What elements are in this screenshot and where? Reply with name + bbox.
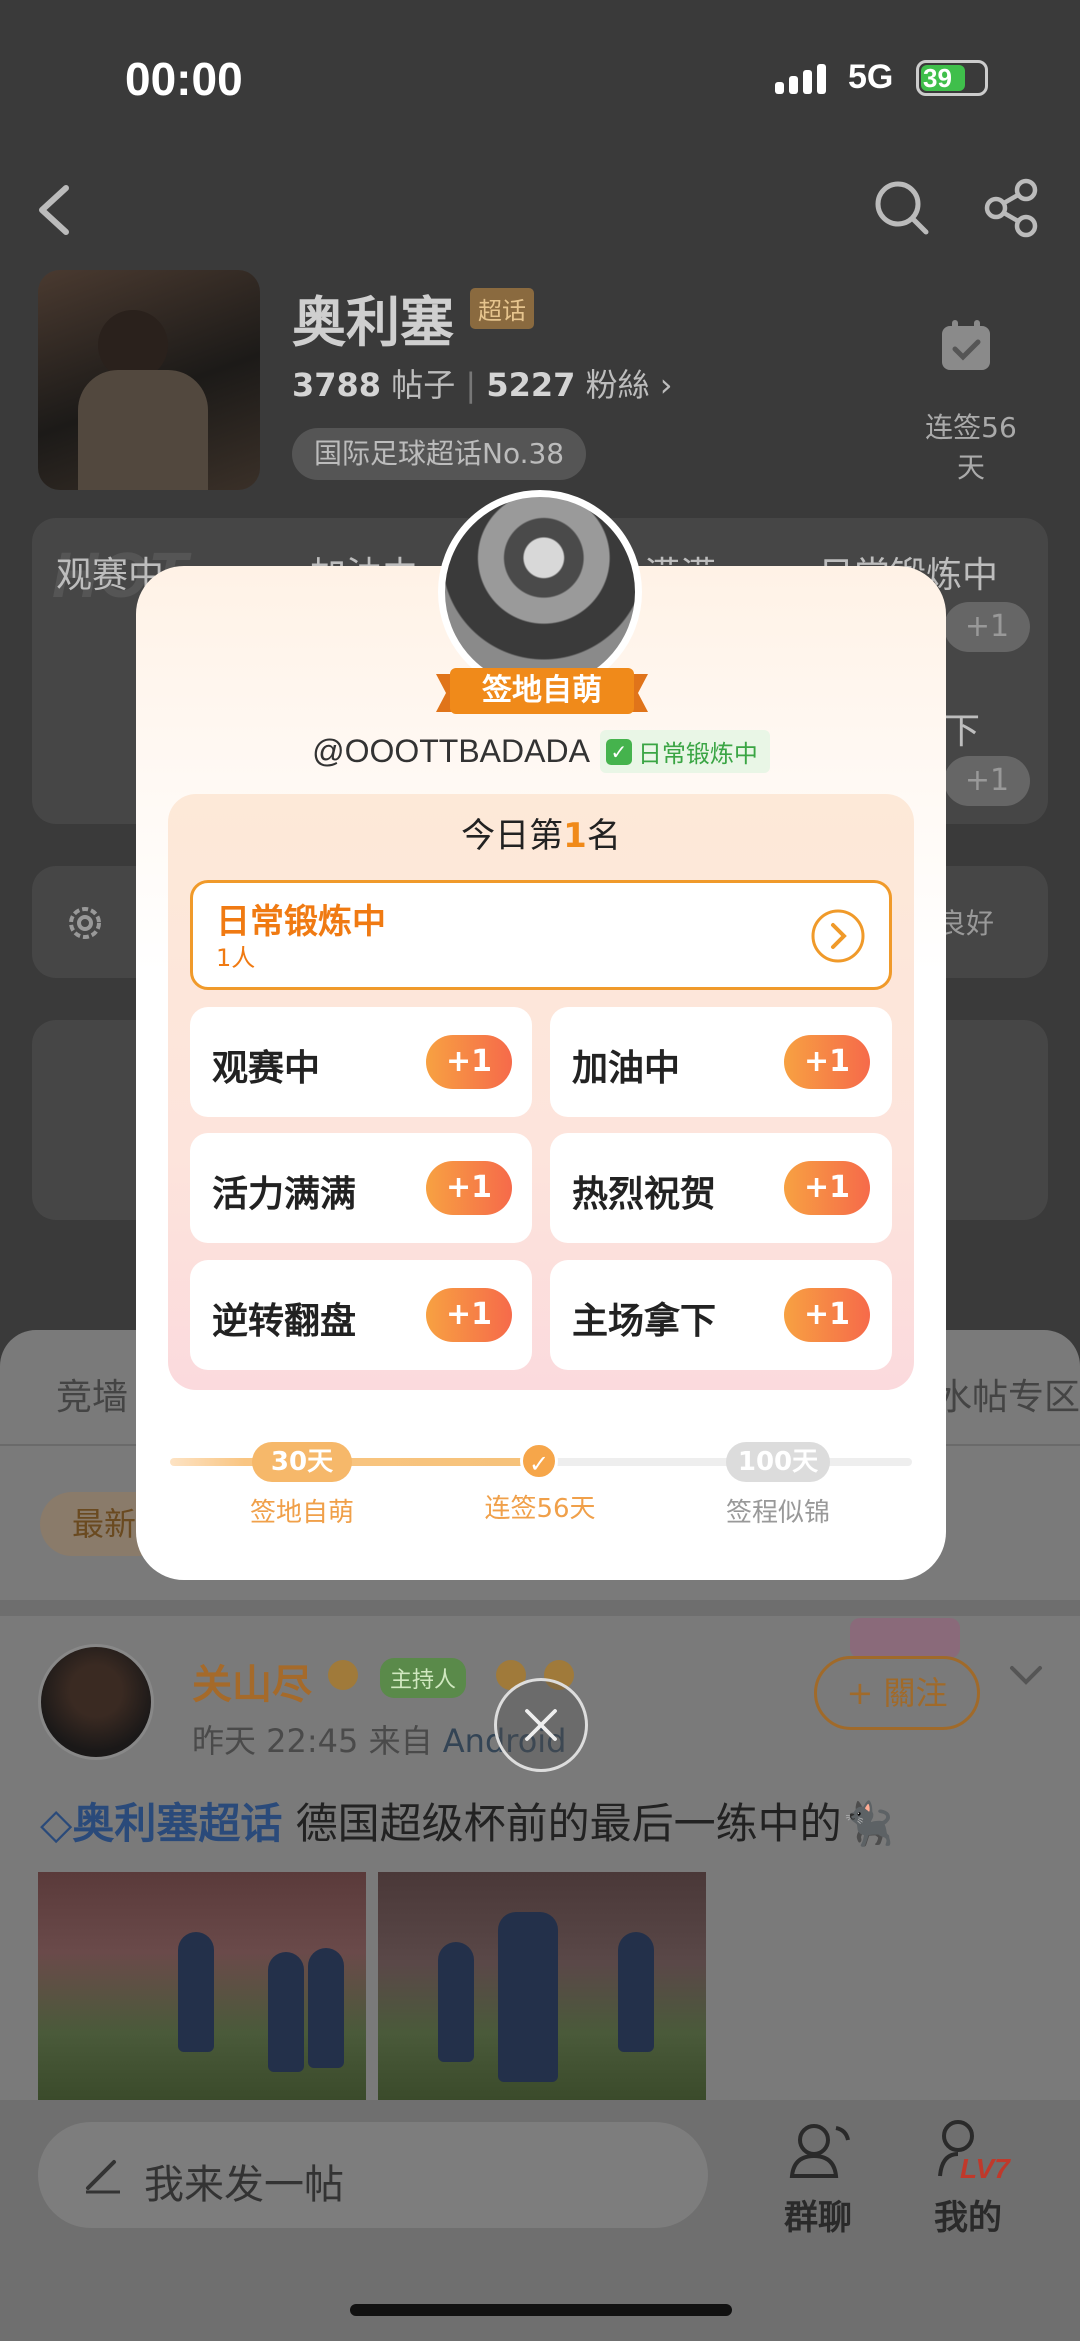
me-label: 我的 bbox=[934, 2198, 1002, 2238]
rank-suffix: 名 bbox=[586, 816, 621, 856]
topic-cover-image bbox=[38, 270, 260, 490]
check-icon: ✓ bbox=[605, 738, 632, 765]
status-tag-label: 日常锻炼中 bbox=[637, 740, 758, 768]
mood-option-label: 活力满满 bbox=[212, 1174, 357, 1215]
post-image[interactable] bbox=[378, 1872, 706, 2102]
mood-option-label: 热烈祝贺 bbox=[572, 1174, 717, 1215]
author-avatar[interactable] bbox=[38, 1644, 154, 1760]
bg-mood-label: 下 bbox=[944, 711, 981, 752]
plus-one-button[interactable]: +1 bbox=[784, 1035, 870, 1089]
posts-label: 帖子 bbox=[391, 366, 456, 404]
bg-plus-button: +1 bbox=[944, 756, 1030, 806]
divider bbox=[0, 1600, 1080, 1616]
plus-one-button[interactable]: +1 bbox=[426, 1035, 512, 1089]
battery-level: 39 bbox=[923, 63, 952, 93]
share-icon[interactable] bbox=[982, 178, 1042, 238]
profile-icon[interactable]: LV7 bbox=[934, 2116, 1014, 2184]
post-image[interactable] bbox=[38, 1872, 366, 2102]
mood-option-label: 加油中 bbox=[572, 1048, 681, 1089]
mood-option-label: 逆转翻盘 bbox=[212, 1301, 357, 1342]
today-rank: 今日第1名 bbox=[168, 808, 914, 857]
battery-icon: 39 bbox=[916, 60, 988, 96]
post-text: ◇奥利塞超话 德国超级杯前的最后一练中的🐈‍⬛ bbox=[40, 1799, 894, 1848]
status-tag: ✓ 日常锻炼中 bbox=[599, 730, 770, 773]
plus-one-button[interactable]: +1 bbox=[784, 1161, 870, 1215]
topic-rank-chip[interactable]: 国际足球超话No.38 bbox=[292, 428, 587, 480]
post-body: 德国超级杯前的最后一练中的🐈‍⬛ bbox=[282, 1799, 894, 1848]
topic-tag[interactable]: 奥利塞超话 bbox=[72, 1799, 282, 1848]
fans-label: 粉絲 bbox=[585, 366, 650, 404]
checkin-streak-label: 连签56天 bbox=[925, 411, 1017, 484]
selected-mood-count: 1人 bbox=[216, 944, 256, 972]
gear-icon bbox=[69, 907, 101, 939]
manage-right-text: 良好 bbox=[938, 907, 995, 940]
status-time: 00:00 bbox=[125, 53, 243, 105]
group-chat-label: 群聊 bbox=[784, 2198, 852, 2238]
post-from: 来自 bbox=[368, 1722, 433, 1760]
bg-plus-button: +1 bbox=[944, 602, 1030, 652]
milestone-label: 签地自萌 bbox=[249, 1498, 354, 1528]
fans-count: 5227 bbox=[486, 366, 576, 404]
pencil-icon bbox=[86, 2160, 120, 2194]
plus-one-button[interactable]: +1 bbox=[784, 1288, 870, 1342]
anniversary-cake-icon bbox=[850, 1618, 960, 1658]
user-handle-row: @OOOTTBADADA ✓ 日常锻炼中 bbox=[136, 730, 946, 773]
selected-mood-name: 日常锻炼中 bbox=[216, 902, 386, 942]
crown-icon bbox=[328, 1660, 358, 1690]
tab-left[interactable]: 竞墙 bbox=[56, 1368, 128, 1420]
topic-title: 奥利塞 bbox=[292, 291, 454, 354]
plus-one-button[interactable]: +1 bbox=[426, 1288, 512, 1342]
back-arrow-icon[interactable] bbox=[30, 180, 80, 240]
search-icon[interactable] bbox=[872, 178, 932, 238]
follow-button[interactable]: + 關注 bbox=[814, 1656, 980, 1730]
milestone-check-icon: ✓ bbox=[520, 1442, 558, 1480]
ribbon-title: 签地自萌 bbox=[482, 673, 602, 708]
post-time: 昨天 22:45 bbox=[192, 1722, 359, 1760]
plus-one-button[interactable]: +1 bbox=[426, 1161, 512, 1215]
super-topic-badge: 超话 bbox=[470, 288, 534, 329]
user-handle: @OOOTTBADADA bbox=[312, 733, 590, 769]
rank-number: 1 bbox=[563, 816, 587, 856]
calendar-check-icon[interactable] bbox=[938, 318, 994, 374]
close-icon[interactable] bbox=[494, 1678, 588, 1772]
rank-prefix: 今日第 bbox=[461, 816, 564, 856]
topic-stats[interactable]: 3788 帖子 | 5227 粉絲 › bbox=[292, 360, 673, 406]
milestone-badge: 30天 bbox=[252, 1442, 352, 1482]
milestone-label: 签程似锦 bbox=[725, 1498, 830, 1528]
mood-option-label: 观赛中 bbox=[212, 1048, 321, 1089]
compose-post-button[interactable] bbox=[38, 2122, 708, 2228]
milestone-badge: 100天 bbox=[726, 1442, 830, 1482]
mood-option-label: 主场拿下 bbox=[572, 1301, 717, 1342]
user-avatar bbox=[438, 490, 642, 694]
chevron-right-icon[interactable] bbox=[810, 908, 866, 964]
author-name[interactable]: 关山尽 bbox=[192, 1652, 312, 1710]
signal-icon bbox=[775, 62, 826, 94]
tab-right[interactable]: 水帖专区 bbox=[936, 1368, 1080, 1420]
compose-placeholder: 我来发一帖 bbox=[144, 2162, 344, 2208]
host-badge: 主持人 bbox=[380, 1658, 467, 1698]
group-chat-icon[interactable] bbox=[784, 2116, 860, 2184]
network-type: 5G bbox=[848, 58, 894, 96]
home-indicator bbox=[350, 2304, 732, 2316]
status-bar: 00:00 5G 39 bbox=[0, 0, 1080, 160]
chevron-down-icon[interactable] bbox=[1006, 1656, 1046, 1696]
posts-count: 3788 bbox=[292, 366, 382, 404]
level-badge: LV7 bbox=[960, 2153, 1011, 2184]
milestone-label: 连签56天 bbox=[484, 1494, 596, 1524]
